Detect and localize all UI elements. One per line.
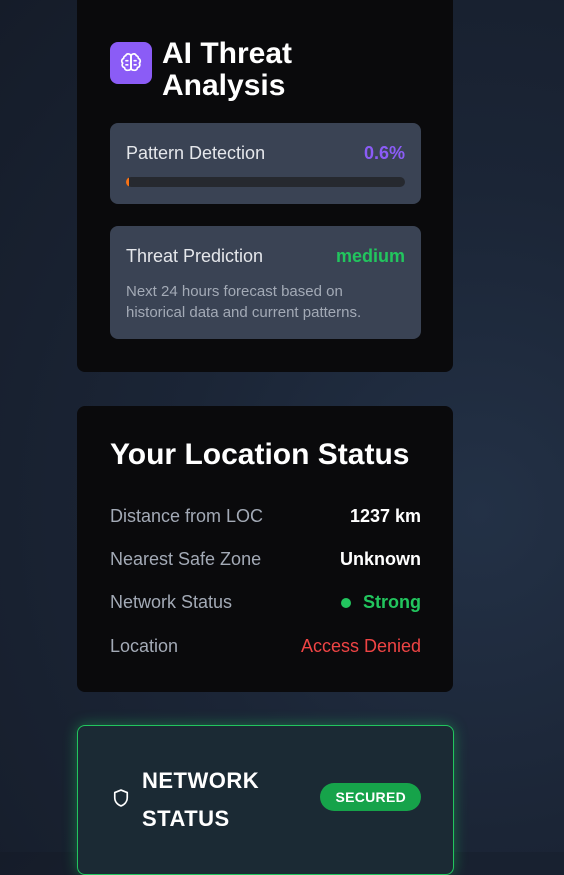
ai-threat-analysis-card: AI Threat Analysis Pattern Detection 0.6… [77,0,453,372]
threat-prediction-panel: Threat Prediction medium Next 24 hours f… [110,226,421,339]
threat-prediction-description: Next 24 hours forecast based on historic… [126,283,362,321]
threat-prediction-label: Threat Prediction [126,246,264,266]
ai-threat-header: AI Threat Analysis [110,38,362,102]
pattern-detection-panel: Pattern Detection 0.6% [110,123,421,204]
location-label: Location [110,636,179,656]
pattern-detection-progress-bar [126,177,405,187]
location-row-safe-zone: Nearest Safe Zone Unknown [110,549,421,573]
safe-zone-value: Unknown [340,549,421,569]
secured-badge: SECURED [320,783,421,811]
location-row-network: Network Status Strong [110,592,421,616]
shield-icon [111,787,131,814]
location-value: Access Denied [300,636,421,656]
network-status-card: NETWORK STATUS SECURED [77,725,454,875]
brain-icon [110,42,152,84]
distance-value: 1237 km [349,506,421,526]
threat-prediction-value: medium [335,246,405,266]
location-row-distance: Distance from LOC 1237 km [110,506,421,530]
ai-threat-title: AI Threat Analysis [162,37,293,102]
pattern-detection-label: Pattern Detection [126,143,266,163]
distance-label: Distance from LOC [110,506,264,526]
location-row-location: Location Access Denied [110,636,421,660]
network-status-text: Strong [363,592,421,612]
network-status-title: NETWORK STATUS [142,768,260,831]
status-dot-icon [341,597,351,608]
network-status-label: Network Status [110,592,233,612]
location-status-card: Your Location Status Distance from LOC 1… [77,406,453,692]
location-status-title: Your Location Status [110,438,410,471]
pattern-detection-value: 0.6% [363,143,405,163]
network-status-value: Strong [341,592,421,613]
pattern-detection-progress-fill [126,177,129,187]
safe-zone-label: Nearest Safe Zone [110,549,262,569]
